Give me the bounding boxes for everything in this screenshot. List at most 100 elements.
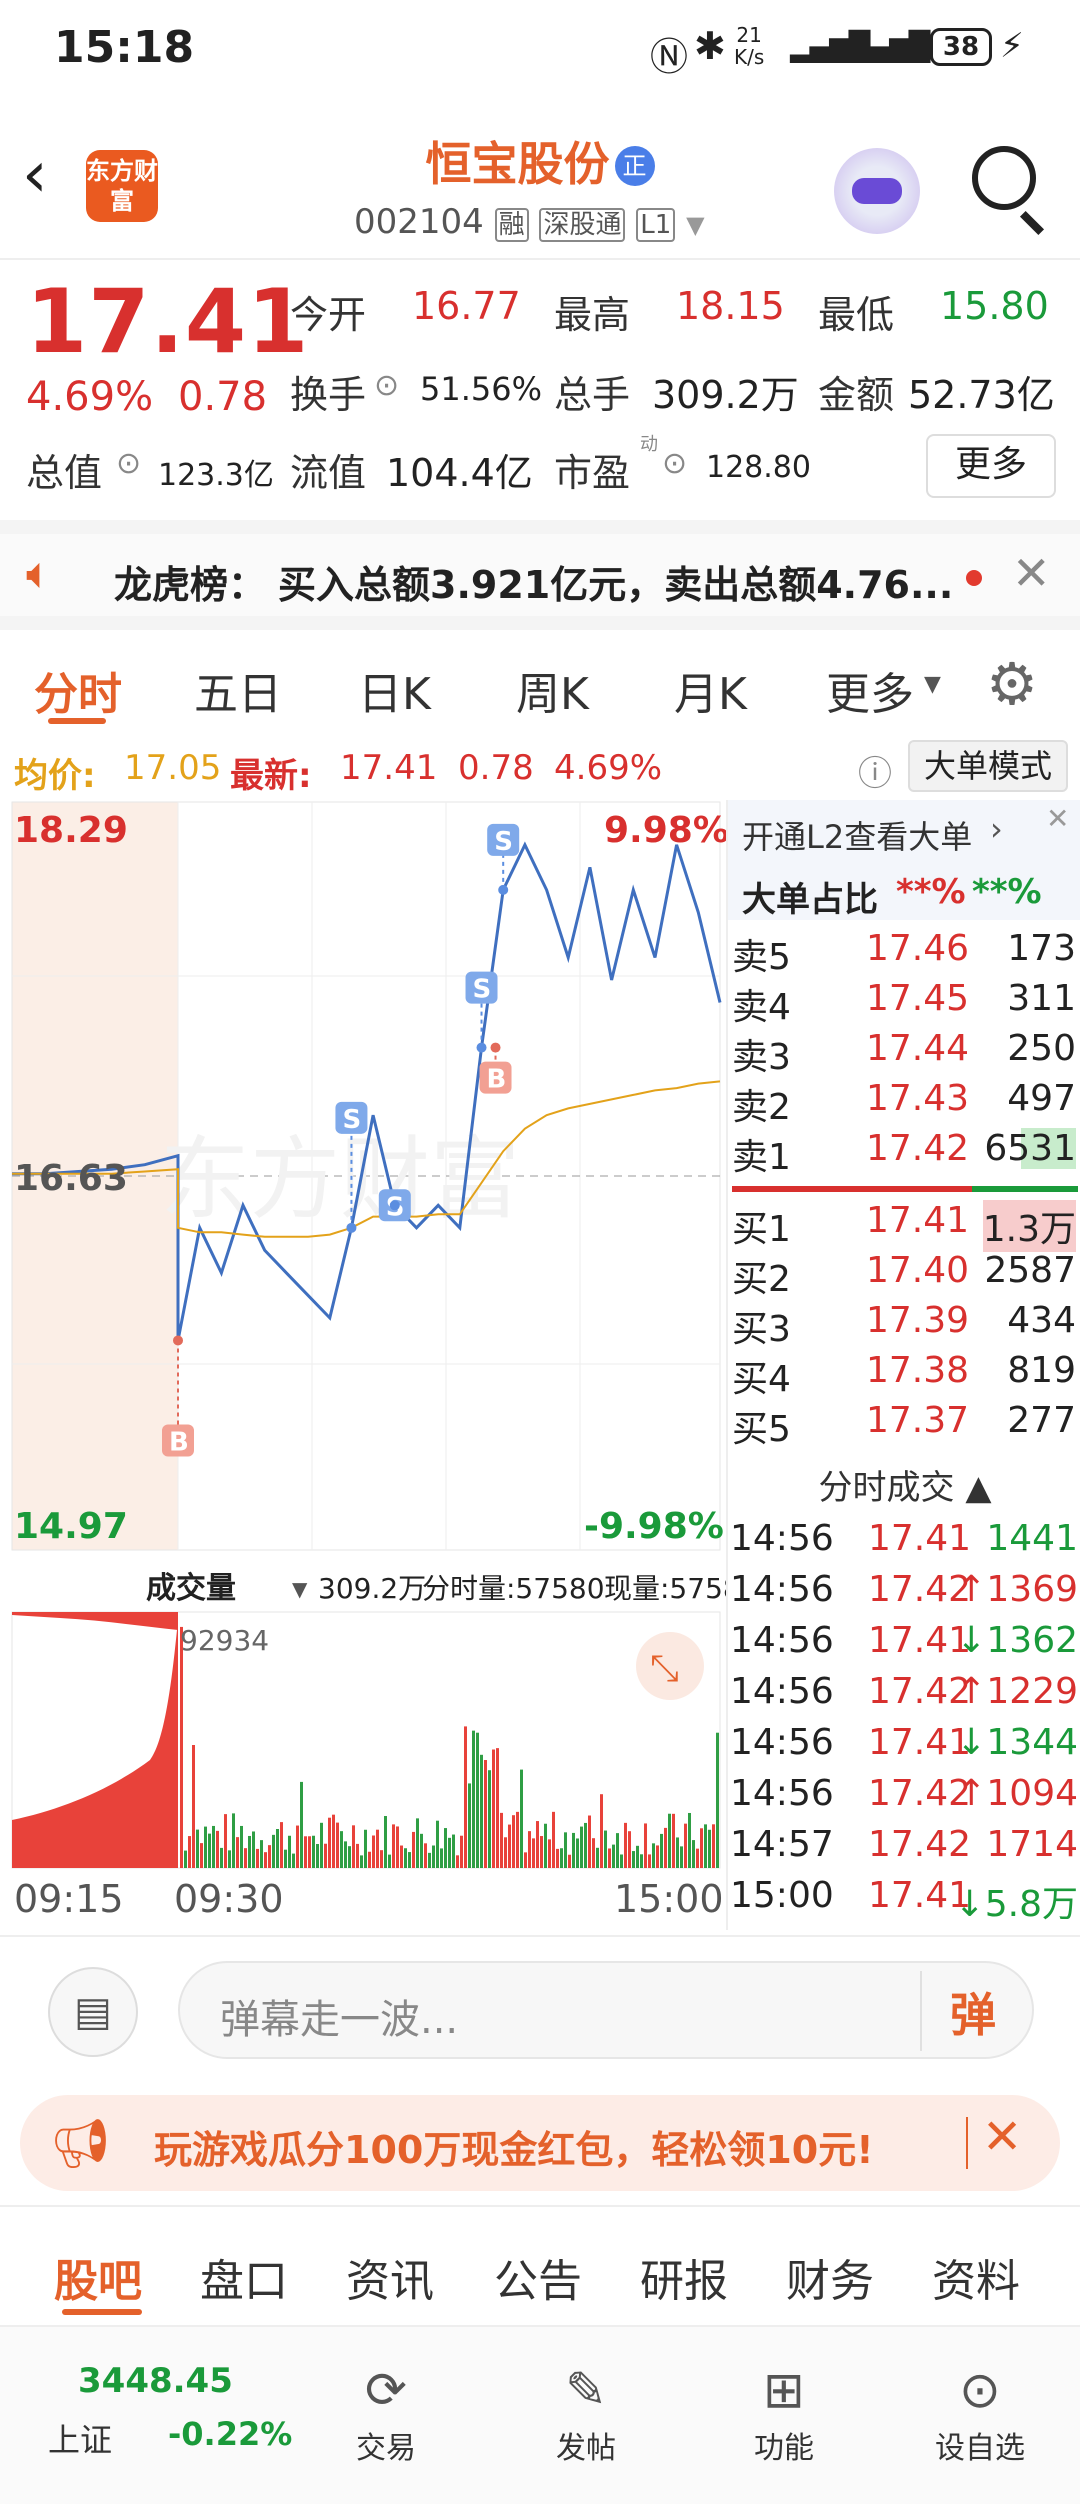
- tab-more[interactable]: 更多: [826, 658, 914, 722]
- volume-bar: [208, 1833, 211, 1868]
- dragon-tiger-notice[interactable]: 🔈︎ 龙虎榜： 买入总额3.921亿元，卖出总额4.76... ✕: [0, 520, 1080, 630]
- volume-bar: [236, 1837, 239, 1868]
- volume-dropdown-icon[interactable]: ▼: [292, 1577, 308, 1601]
- marker-label: S: [473, 975, 492, 1005]
- ask-bid-divider-red: [732, 1186, 972, 1192]
- tab-announcements[interactable]: 公告: [494, 2245, 582, 2309]
- promo-banner[interactable]: 📢︎ 玩游戏瓜分100万现金红包，轻松领10元! ✕: [20, 2095, 1060, 2191]
- volume-bar: [196, 1829, 199, 1868]
- robot-assistant-icon[interactable]: [834, 148, 920, 234]
- tag-level: L1: [636, 208, 676, 242]
- intraday-chart[interactable]: 东方财富 BSSSBS 18.29 9.98% 16.63 14.97 -9.9…: [0, 800, 759, 1930]
- volume-bar: [368, 1851, 371, 1868]
- stock-name: 恒宝股份: [425, 137, 610, 191]
- tab-guba[interactable]: 股吧: [54, 2245, 142, 2309]
- divider: [920, 1971, 922, 2051]
- marker-dot: [389, 1200, 400, 1211]
- battery-icon: 38: [930, 28, 992, 66]
- info-icon[interactable]: ⊙: [374, 368, 399, 403]
- tab-pankou[interactable]: 盘口: [200, 2245, 288, 2309]
- big-order-mode-button[interactable]: 大单模式: [908, 740, 1068, 792]
- quote-panel: 17.41 4.69% 0.78 总值 ⊙ 123.3亿 今开 16.77 最高…: [0, 262, 1080, 517]
- trade-volume: ↑1369: [956, 1569, 1078, 1610]
- volume-bar: [256, 1848, 259, 1868]
- trades-header[interactable]: 分时成交 ▲: [728, 1460, 1080, 1516]
- volume-bar: [480, 1754, 483, 1868]
- nav-functions[interactable]: ⊞ 功能: [714, 2357, 854, 2467]
- volume-bar: [452, 1834, 455, 1868]
- avg-value: 17.05: [124, 748, 222, 788]
- ask-row: 卖5 17.46 173: [728, 928, 1080, 978]
- pct-min-label: -9.98%: [584, 1506, 724, 1547]
- charging-icon: ⚡: [1000, 26, 1024, 66]
- tab-research[interactable]: 研报: [640, 2245, 728, 2309]
- volume-bar: [184, 1850, 187, 1868]
- tab-daily-k[interactable]: 日K: [358, 658, 431, 722]
- trade-volume: ↓1344: [956, 1722, 1078, 1763]
- bid-volume: 819: [1007, 1350, 1076, 1391]
- ratio-label: 大单占比: [742, 880, 878, 920]
- marker-dot: [346, 1222, 357, 1233]
- more-button[interactable]: 更多: [926, 434, 1056, 498]
- help-icon[interactable]: ⓘ: [858, 746, 892, 795]
- bid-volume: 1.3万: [982, 1200, 1076, 1252]
- volume-bar: [404, 1848, 407, 1868]
- nav-add-watchlist[interactable]: ⊙ 设自选: [910, 2357, 1050, 2467]
- trade-time: 14:57: [730, 1824, 834, 1865]
- tab-weekly-k[interactable]: 周K: [516, 658, 589, 722]
- expand-icon[interactable]: ⤡: [650, 1648, 679, 1689]
- net-speed: 21 K/s: [734, 23, 765, 69]
- volume-bar: [572, 1832, 575, 1868]
- tab-news[interactable]: 资讯: [346, 2245, 434, 2309]
- trade-row: 15:00 17.41 ↓5.8万: [728, 1875, 1080, 1925]
- close-icon[interactable]: ✕: [1046, 802, 1069, 835]
- info-icon[interactable]: ⊙: [662, 446, 687, 481]
- bid-price: 17.40: [866, 1250, 970, 1291]
- nav-post[interactable]: ✎ 发帖: [516, 2357, 656, 2467]
- close-icon[interactable]: ✕: [1012, 546, 1051, 600]
- bluetooth-icon: ✱: [694, 24, 726, 68]
- trade-row: 14:56 17.41 ↓1344: [728, 1722, 1080, 1772]
- bid-price: 17.39: [866, 1300, 970, 1341]
- trade-row: 14:56 17.41 1441: [728, 1518, 1080, 1568]
- search-icon[interactable]: [972, 146, 1036, 210]
- volume-bar: [600, 1794, 603, 1868]
- volume-bar: [412, 1831, 415, 1868]
- volume-label[interactable]: 成交量: [146, 1571, 236, 1606]
- volume-bar: [364, 1829, 367, 1868]
- info-icon[interactable]: ⊙: [116, 446, 141, 481]
- gear-icon[interactable]: ⚙: [986, 650, 1038, 718]
- trade-row: 14:56 17.42 ↑1369: [728, 1569, 1080, 1619]
- tab-five-day[interactable]: 五日: [194, 658, 282, 722]
- volume-bar: [620, 1854, 623, 1868]
- content-tabs: 股吧 盘口 资讯 公告 研报 财务 资料: [0, 2205, 1080, 2325]
- tag-margin: 融: [494, 208, 529, 242]
- volume-bar: [492, 1749, 495, 1868]
- danmaku-input[interactable]: 弹幕走一波... 弹: [178, 1961, 1034, 2059]
- l2-banner[interactable]: 开通L2查看大单 › ✕: [728, 800, 1080, 864]
- volume-bar: [268, 1845, 271, 1868]
- tab-monthly-k[interactable]: 月K: [674, 658, 747, 722]
- speaker-icon: 🔈︎: [26, 548, 53, 599]
- volume-bar: [240, 1825, 243, 1868]
- bid-volume: 434: [1007, 1300, 1076, 1341]
- danmaku-send-button[interactable]: 弹: [950, 1979, 996, 2045]
- stock-code-row[interactable]: 002104 融 深股通 L1 ▼: [354, 202, 705, 242]
- field-value-float-value: 104.4亿: [386, 451, 533, 495]
- latest-label: 最新:: [230, 756, 312, 796]
- close-icon[interactable]: ✕: [982, 2109, 1022, 2165]
- volume-bar: [248, 1835, 251, 1868]
- nav-trade[interactable]: ⟳ 交易: [316, 2357, 456, 2467]
- tab-finance[interactable]: 财务: [786, 2245, 874, 2309]
- pe-sup: 动: [640, 434, 658, 455]
- bid-price: 17.41: [866, 1200, 970, 1241]
- index-ticker[interactable]: 3448.45 上证 -0.22%: [0, 2327, 300, 2506]
- danmaku-bar: ▤ 弹幕走一波... 弹: [0, 1935, 1080, 2075]
- trade-price: 17.41: [868, 1518, 972, 1559]
- tab-indicator: [48, 718, 106, 724]
- volume-bar: [460, 1835, 463, 1868]
- tab-profile[interactable]: 资料: [932, 2245, 1020, 2309]
- tab-intraday[interactable]: 分时: [34, 658, 122, 722]
- latest-change: 0.78: [458, 748, 534, 788]
- danmaku-settings-icon[interactable]: ▤: [48, 1967, 138, 2057]
